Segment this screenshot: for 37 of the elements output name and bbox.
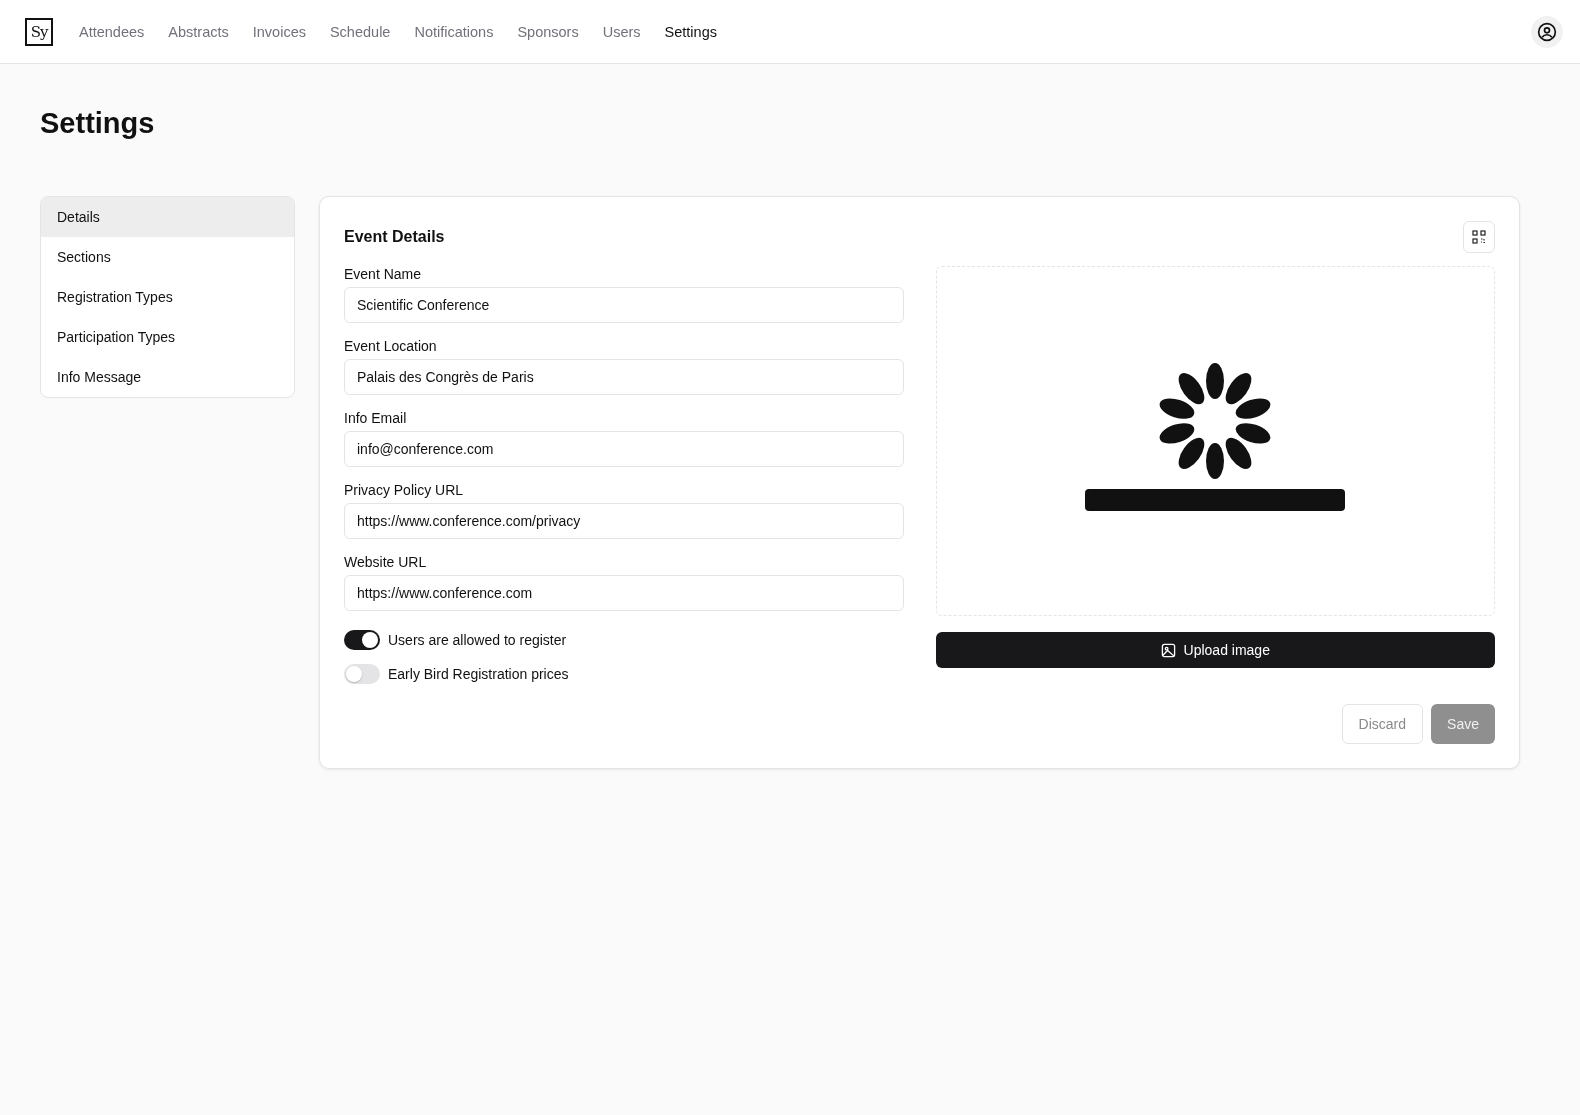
logo[interactable]: Sy [25,17,53,46]
sidebar-item[interactable]: Participation Types [41,317,294,357]
field-label: Event Location [344,338,438,354]
input-field[interactable]: Palais des Congrès de Paris [344,359,904,395]
user-icon [1537,21,1557,42]
input-field[interactable]: https://www.conference.com [344,575,904,611]
nav-link[interactable]: Settings [664,23,717,40]
nav-link[interactable]: Invoices [252,23,306,40]
toggle-label: Early Bird Registration prices [388,666,569,682]
card-title: Event Details [344,228,445,246]
user-avatar-button[interactable] [1531,15,1563,48]
nav-link[interactable]: Sponsors [517,23,579,40]
sidebar-item[interactable]: Sections [41,237,294,277]
input-field[interactable]: info@conference.com [344,431,904,467]
field-label: Info Email [344,410,408,426]
qr-code-icon [1472,230,1486,244]
nav-link[interactable]: Attendees [79,23,145,40]
field-label: Event Name [344,266,423,282]
upload-image-button[interactable]: Upload image [935,632,1495,668]
sidebar-item[interactable]: Details [41,197,294,237]
image-dropzone[interactable] [935,266,1495,616]
nav-link[interactable]: Abstracts [168,23,229,40]
qr-code-button[interactable] [1463,221,1495,253]
field-label: Privacy Policy URL [344,482,465,498]
toggle-switch[interactable] [344,664,380,684]
nav-link[interactable]: Schedule [329,23,391,40]
image-icon [1160,642,1176,658]
input-field[interactable]: Scientific Conference [344,287,904,323]
toggle-switch[interactable] [344,630,380,650]
nav-link[interactable]: Notifications [414,23,494,40]
page-title: Settings [40,106,156,140]
sidebar-item[interactable]: Info Message [41,357,294,397]
sidebar-item[interactable]: Registration Types [41,277,294,317]
input-field[interactable]: https://www.conference.com/privacy [344,503,904,539]
toggle-label: Users are allowed to register [388,632,567,648]
nav-link[interactable]: Users [602,23,641,40]
field-label: Website URL [344,554,428,570]
